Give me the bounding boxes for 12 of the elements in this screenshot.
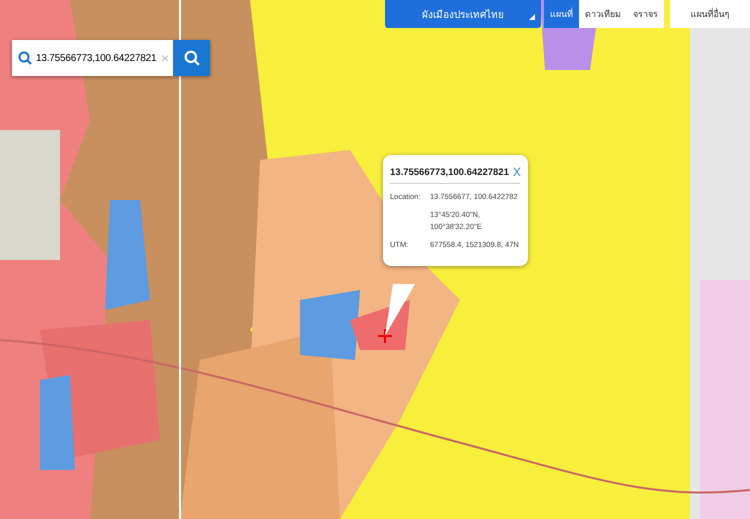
map-type-tab[interactable]: แผนที่อื่นๆ [670, 0, 750, 28]
search-icon [184, 50, 200, 66]
search-field[interactable]: 13.75566773,100.64227821 [36, 48, 157, 68]
search-button[interactable] [173, 40, 210, 76]
map-type-tab[interactable]: แผนที่ [544, 0, 579, 28]
search-icon [18, 51, 32, 65]
map-type-tab[interactable]: จราจร [627, 0, 664, 28]
layer-dropdown[interactable]: ผังเมืองประเทศไทย [385, 0, 541, 28]
search-bar[interactable]: 13.75566773,100.64227821 × [12, 40, 210, 76]
map-type-tab[interactable]: ดาวเทียม [579, 0, 627, 28]
popup-title: 13.75566773,100.64227821 [390, 166, 509, 178]
caret-icon [529, 14, 535, 20]
